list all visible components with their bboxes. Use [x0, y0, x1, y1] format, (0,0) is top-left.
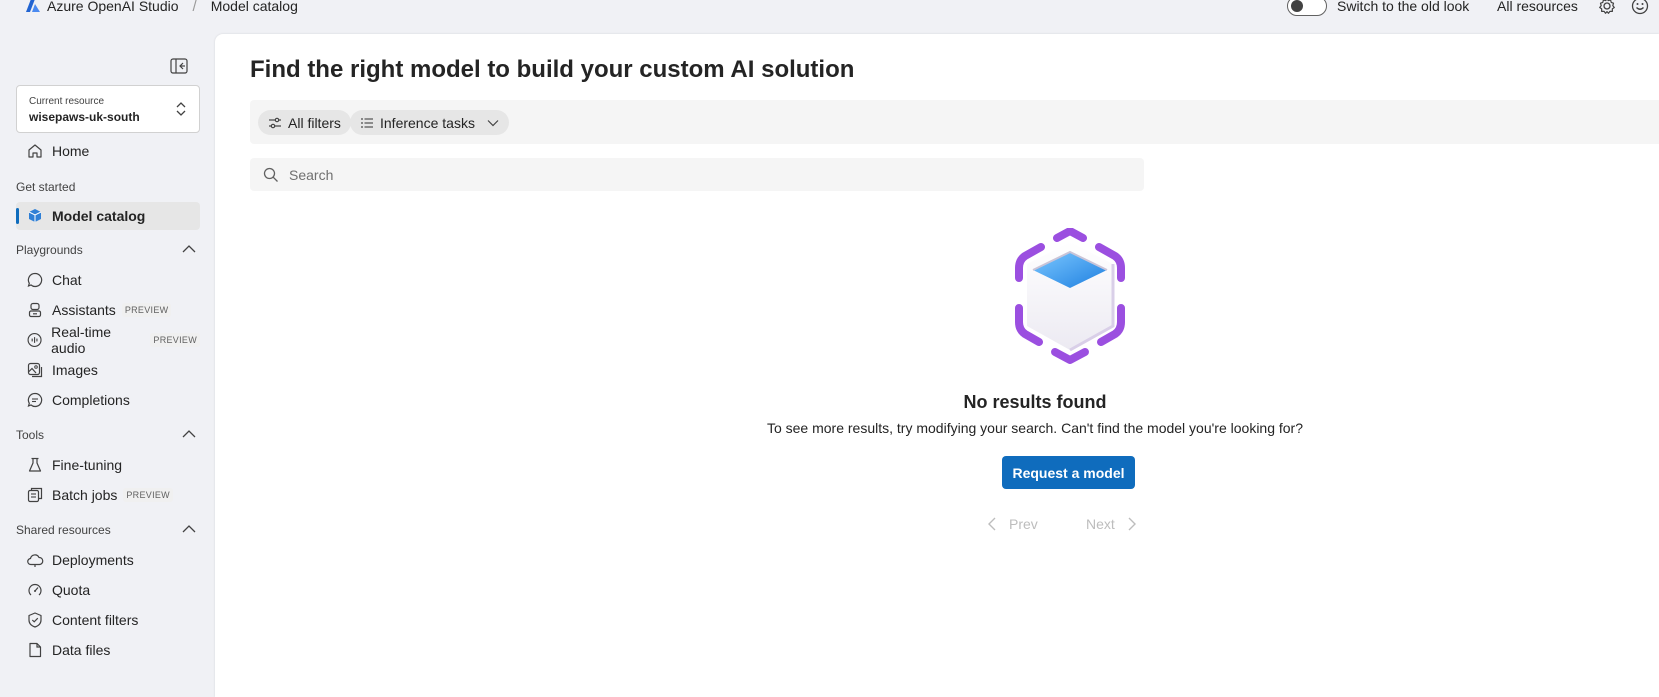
sidebar-item-label: Model catalog [52, 208, 146, 224]
sidebar-item-data-files[interactable]: Data files [16, 636, 200, 664]
request-model-button[interactable]: Request a model [1002, 456, 1135, 489]
empty-state-message: To see more results, try modifying your … [766, 420, 1304, 436]
section-title: Playgrounds [16, 243, 83, 257]
preview-badge: PREVIEW [123, 488, 173, 502]
quota-icon [28, 584, 42, 596]
sidebar-item-quota[interactable]: Quota [16, 576, 200, 604]
empty-box-illustration [1015, 228, 1125, 364]
sidebar-item-label: Images [52, 362, 98, 378]
shield-icon [28, 612, 42, 628]
chevron-up-icon[interactable] [182, 429, 196, 439]
search-input[interactable] [289, 166, 1089, 183]
all-resources-label: All resources [1497, 0, 1578, 14]
sidebar-item-realtime-audio[interactable]: Real-time audio PREVIEW [16, 324, 200, 356]
filter-bar: All filters Inference tasks [250, 100, 1659, 144]
section-title: Tools [16, 428, 45, 442]
settings-icon[interactable] [1597, 0, 1617, 16]
home-icon [28, 144, 42, 158]
list-icon [361, 117, 373, 128]
top-bar: Azure OpenAI Studio / Model catalog Swit… [0, 0, 1659, 32]
sidebar-item-assistants[interactable]: Assistants PREVIEW [16, 296, 200, 324]
sidebar-item-label: Chat [52, 272, 82, 288]
sidebar-item-deployments[interactable]: Deployments [16, 546, 200, 574]
search-box[interactable] [250, 158, 1144, 191]
page-title: Find the right model to build your custo… [250, 56, 855, 83]
old-look-toggle[interactable] [1287, 0, 1327, 16]
prev-page-button[interactable]: Prev [987, 514, 1038, 534]
sidebar-item-model-catalog[interactable]: Model catalog [16, 202, 200, 230]
section-title: Shared resources [16, 523, 111, 537]
sidebar-item-label: Completions [52, 392, 130, 408]
search-icon [263, 167, 278, 182]
sidebar-item-content-filters[interactable]: Content filters [16, 606, 200, 634]
sidebar-item-label: Batch jobs [52, 487, 118, 503]
chevron-down-icon [487, 119, 499, 126]
completions-icon [27, 392, 43, 408]
current-resource-value: wisepaws-uk-south [29, 110, 140, 124]
assistants-icon [28, 302, 42, 318]
section-shared-resources[interactable]: Shared resources [16, 520, 200, 540]
main-panel: Find the right model to build your custo… [215, 34, 1659, 697]
chat-icon [27, 272, 43, 288]
all-filters-label: All filters [288, 114, 341, 131]
flask-icon [28, 457, 42, 472]
old-look-label: Switch to the old look [1337, 0, 1470, 14]
azure-logo-icon [26, 0, 40, 12]
collapse-sidebar-icon[interactable] [170, 58, 188, 74]
sidebar-item-label: Assistants [52, 302, 116, 318]
old-look-switch[interactable]: Switch to the old look [1287, 0, 1470, 16]
sidebar-item-label: Deployments [52, 552, 134, 568]
inference-tasks-dropdown[interactable]: Inference tasks [350, 110, 509, 135]
audio-icon [27, 332, 42, 348]
all-resources-link[interactable]: All resources [1497, 0, 1578, 15]
sidebar: Current resource wisepaws-uk-south Home … [0, 32, 204, 697]
inference-tasks-label: Inference tasks [380, 114, 475, 131]
chevron-up-icon[interactable] [182, 244, 196, 254]
cloud-icon [27, 554, 44, 567]
sidebar-item-chat[interactable]: Chat [16, 266, 200, 294]
prev-label: Prev [1009, 516, 1038, 532]
all-filters-button[interactable]: All filters [258, 110, 351, 135]
chevron-up-down-icon [176, 102, 186, 116]
sidebar-item-label: Quota [52, 582, 91, 598]
section-get-started: Get started [16, 177, 200, 197]
sidebar-item-label: Real-time audio [51, 324, 112, 356]
sidebar-item-label: Data files [52, 642, 111, 658]
current-resource-label: Current resource [29, 96, 105, 107]
section-tools[interactable]: Tools [16, 425, 200, 445]
app-name[interactable]: Azure OpenAI Studio [47, 0, 179, 14]
breadcrumb-separator: / [192, 0, 197, 15]
section-title: Get started [16, 180, 76, 194]
chevron-up-icon[interactable] [182, 524, 196, 534]
brand: Azure OpenAI Studio / Model catalog [26, 0, 298, 15]
section-playgrounds[interactable]: Playgrounds [16, 240, 200, 260]
sidebar-item-label: Content filters [52, 612, 139, 628]
preview-badge: PREVIEW [121, 303, 172, 317]
filter-icon [269, 117, 281, 128]
batch-jobs-icon [27, 487, 43, 503]
sidebar-item-batch-jobs[interactable]: Batch jobs PREVIEW [16, 481, 200, 509]
current-resource-selector[interactable]: Current resource wisepaws-uk-south [16, 85, 200, 133]
next-page-button[interactable]: Next [1086, 514, 1137, 534]
chevron-right-icon [1128, 517, 1136, 531]
next-label: Next [1086, 516, 1115, 532]
preview-badge: PREVIEW [150, 333, 200, 347]
sidebar-item-fine-tuning[interactable]: Fine-tuning [16, 451, 200, 479]
feedback-smiley-icon[interactable] [1630, 0, 1650, 16]
sidebar-item-label: Fine-tuning [52, 457, 123, 473]
sidebar-item-images[interactable]: Images [16, 356, 200, 384]
empty-state-title: No results found [963, 392, 1107, 412]
chevron-left-icon [988, 517, 996, 531]
breadcrumb: Model catalog [210, 0, 298, 14]
sidebar-item-label: Home [52, 143, 90, 159]
document-icon [29, 642, 42, 658]
sidebar-item-completions[interactable]: Completions [16, 386, 200, 414]
sidebar-item-home[interactable]: Home [16, 137, 200, 165]
model-catalog-icon [28, 209, 42, 222]
images-icon [27, 362, 43, 378]
